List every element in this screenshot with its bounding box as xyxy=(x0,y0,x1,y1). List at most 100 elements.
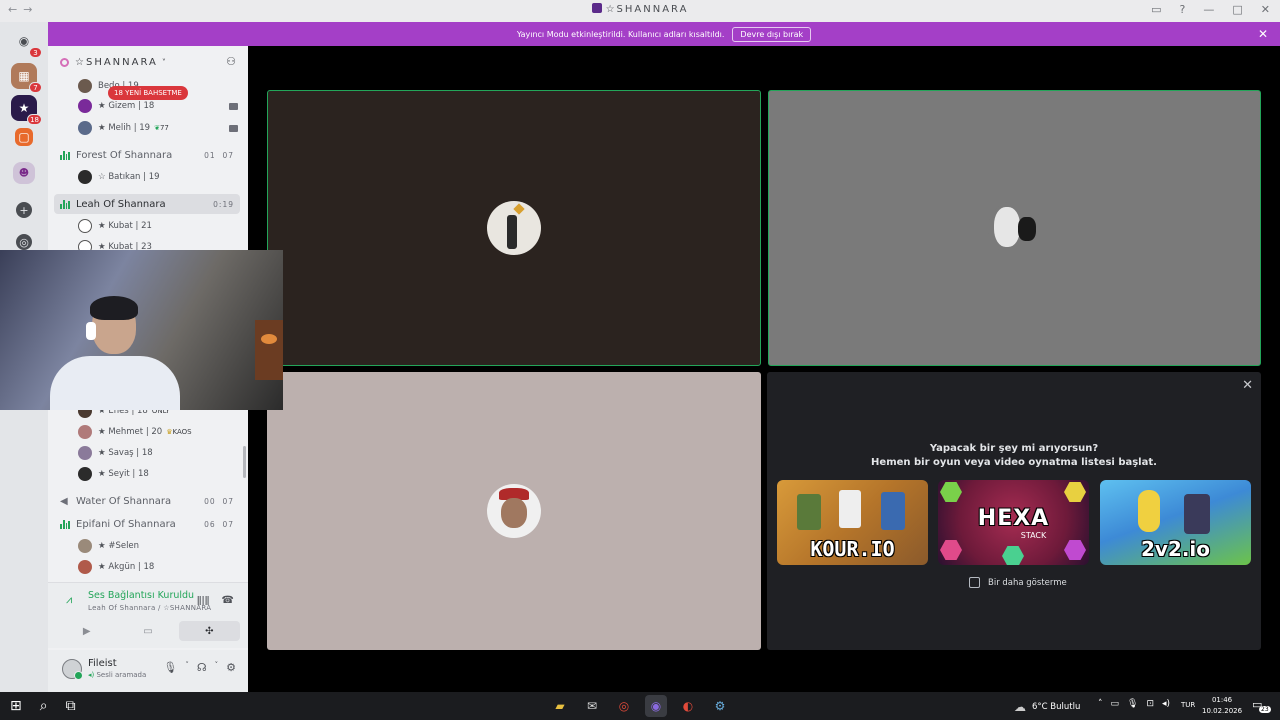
camera-icon xyxy=(229,124,238,132)
server-icon-orange[interactable]: ▢ xyxy=(15,128,33,146)
voice-user-row[interactable]: ★ Savaş | 18 xyxy=(54,443,240,463)
server-icon-shannara[interactable]: ★ 18 xyxy=(11,95,42,125)
sidebar-scrollbar[interactable] xyxy=(243,446,246,478)
windows-start-icon[interactable]: ⊞ xyxy=(10,698,22,714)
volume-icon[interactable]: ◂) xyxy=(1162,699,1170,709)
tray-app-icon[interactable]: ▭ xyxy=(1111,699,1120,709)
microphone-icon[interactable]: 🎙 xyxy=(163,661,177,674)
disable-streamer-button[interactable]: Devre dışı bırak xyxy=(732,26,812,42)
weather-widget[interactable]: ☁ 6°C Bulutlu xyxy=(1014,700,1080,714)
voice-actions: ▶ ▭ ✣ xyxy=(56,621,240,641)
webcam-overlay xyxy=(0,250,283,410)
windows-taskbar: ⊞ ⌕ ⧉ ▰ ✉ ◎ ◉ ◐ ⚙ ☁ 6°C Bulutlu ˄ ▭ 🎙 ⊡ … xyxy=(0,692,1280,720)
recording-app-icon[interactable]: ◐ xyxy=(677,695,699,717)
game-card-hexa[interactable]: HEXA STACK xyxy=(938,480,1089,565)
voice-user-row[interactable]: ★ Akgün | 18 xyxy=(54,557,240,577)
avatar xyxy=(78,539,92,553)
voice-channel-epifani[interactable]: Epifani Of Shannara 06 07 xyxy=(54,514,240,534)
webcam-background-lamp xyxy=(255,320,283,380)
avatar xyxy=(78,79,92,93)
headphones-icon[interactable]: ☊ xyxy=(197,661,207,674)
server-folder[interactable]: ☻ xyxy=(13,162,35,184)
game-subtitle: STACK xyxy=(1020,530,1047,540)
minimize-icon[interactable]: — xyxy=(1203,3,1214,16)
voice-connection-panel: ⩘ Ses Bağlantısı Kuruldu Leah Of Shannar… xyxy=(48,582,248,648)
discover-icon[interactable]: ◎ xyxy=(16,234,32,250)
discord-home-icon[interactable]: ◉ 3 xyxy=(11,28,42,58)
participant-avatar xyxy=(987,201,1042,255)
video-tile-3[interactable] xyxy=(267,372,761,650)
voice-user-row[interactable]: ★ Seyit | 18 xyxy=(54,464,240,484)
voice-channel-water[interactable]: ◀ Water Of Shannara 00 07 xyxy=(54,491,240,511)
voice-channel-leah[interactable]: Leah Of Shannara 0:19 xyxy=(54,194,240,214)
close-icon[interactable]: ✕ xyxy=(1242,378,1253,393)
inbox-icon[interactable]: ▭ xyxy=(1151,3,1161,16)
steam-icon[interactable]: ⚙ xyxy=(709,695,731,717)
microphone-tray-icon[interactable]: 🎙 xyxy=(1127,699,1138,709)
voice-status[interactable]: Ses Bağlantısı Kuruldu xyxy=(88,590,194,601)
user-name: ★ Akgün | 18 xyxy=(98,562,155,572)
maximize-icon[interactable]: □ xyxy=(1232,3,1242,16)
discord-taskbar-icon[interactable]: ◉ xyxy=(645,695,667,717)
file-explorer-icon[interactable]: ▰ xyxy=(549,695,571,717)
settings-gear-icon[interactable]: ⚙ xyxy=(226,661,236,674)
in-voice-icon: ◂) xyxy=(88,671,95,679)
help-icon[interactable]: ? xyxy=(1180,3,1186,16)
input-language[interactable]: TUR xyxy=(1181,701,1195,709)
clock-time: 01:46 xyxy=(1211,696,1233,704)
user-tag: ♛KAOS xyxy=(166,428,191,436)
voice-user-row[interactable]: ★ Mehmet | 20 ♛KAOS xyxy=(54,422,240,442)
channel-name: Water Of Shannara xyxy=(76,495,172,507)
new-mentions-pill[interactable]: 18 YENİ BAHSETME xyxy=(108,86,188,100)
add-server-icon[interactable]: + xyxy=(16,202,32,218)
close-window-icon[interactable]: ✕ xyxy=(1261,3,1270,16)
webcam-person-image xyxy=(50,296,180,410)
video-tile-2[interactable] xyxy=(768,90,1261,366)
channel-count-right: 07 xyxy=(222,496,234,506)
checkbox-box[interactable] xyxy=(969,577,980,588)
streamer-mode-banner: Yayıncı Modu etkinleştirildi. Kullanıcı … xyxy=(48,22,1280,46)
screen-share-icon[interactable]: ▭ xyxy=(117,621,178,641)
server-icon-1[interactable]: ▦ 7 xyxy=(11,63,42,93)
checkbox-label: Bir daha gösterme xyxy=(988,577,1067,588)
avatar xyxy=(78,121,92,135)
camera-icon xyxy=(229,102,238,110)
avatar xyxy=(78,560,92,574)
voice-user-row[interactable]: ★ #Selen xyxy=(54,536,240,556)
game-card-kour[interactable]: KOUR.IO xyxy=(777,480,928,565)
game-card-2v2[interactable]: 2v2.io xyxy=(1100,480,1251,565)
invite-people-icon[interactable]: ⚇ xyxy=(226,55,238,68)
chevron-down-icon[interactable]: ˅ xyxy=(185,661,189,674)
voice-active-icon xyxy=(60,199,70,209)
participant-avatar xyxy=(487,201,541,255)
disconnect-icon[interactable]: ☎ xyxy=(222,595,234,606)
camera-toggle-icon[interactable]: ▶ xyxy=(56,621,117,641)
search-icon[interactable]: ⌕ xyxy=(40,698,48,714)
channel-count-left: 01 xyxy=(204,150,216,160)
channel-name: Forest Of Shannara xyxy=(76,149,173,161)
chrome-icon[interactable]: ◎ xyxy=(613,695,635,717)
user-display-name[interactable]: Fileist xyxy=(88,658,117,669)
chevron-down-icon[interactable]: ˅ xyxy=(215,661,219,674)
dont-show-again-checkbox[interactable]: Bir daha gösterme xyxy=(969,577,1067,588)
server-icon xyxy=(591,3,602,13)
mail-icon[interactable]: ✉ xyxy=(581,695,603,717)
close-banner-icon[interactable]: ✕ xyxy=(1258,27,1268,41)
video-tile-1[interactable] xyxy=(267,90,761,366)
voice-user-row[interactable]: ☆ Batıkan | 19 xyxy=(54,167,240,187)
voice-channel-forest[interactable]: Forest Of Shannara 01 07 xyxy=(54,145,240,165)
noise-suppression-icon[interactable]: ǁǀǁ xyxy=(197,595,210,606)
server-header[interactable]: ☆SHANNARA ˅ ⚇ xyxy=(48,46,248,78)
notification-center-icon[interactable]: ▭ 23 xyxy=(1252,698,1271,713)
task-view-icon[interactable]: ⧉ xyxy=(66,698,76,714)
user-avatar[interactable] xyxy=(62,659,83,680)
avatar xyxy=(78,467,92,481)
activities-icon[interactable]: ✣ xyxy=(178,621,240,641)
clock[interactable]: 01:46 10.02.2026 xyxy=(1202,695,1242,717)
channel-count-left: 00 xyxy=(204,496,216,506)
network-icon[interactable]: ⊡ xyxy=(1146,699,1154,709)
chevron-up-icon[interactable]: ˄ xyxy=(1098,699,1103,709)
voice-user-row[interactable]: ★ Kubat | 21 xyxy=(54,216,240,236)
voice-user-row[interactable]: ★ Melih | 19 ❦77 xyxy=(54,118,240,138)
signal-strength-icon[interactable]: ⩘ xyxy=(66,593,80,607)
